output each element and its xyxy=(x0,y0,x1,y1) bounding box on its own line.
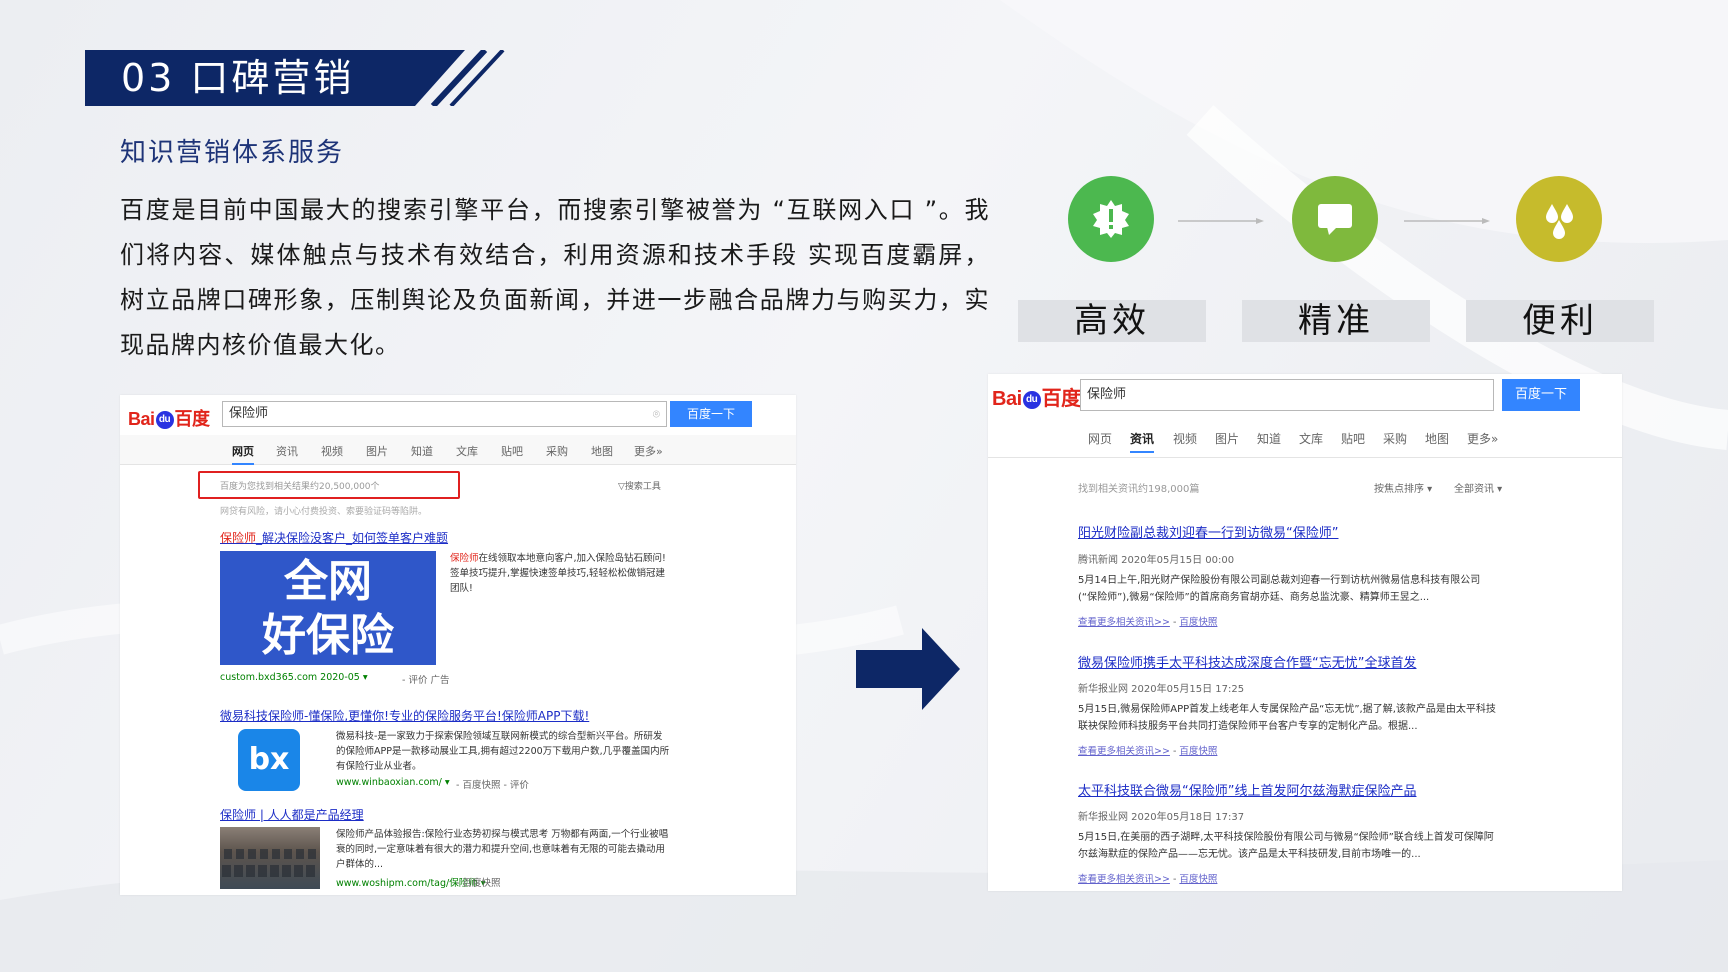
tab-purchase[interactable]: 采购 xyxy=(1383,430,1407,447)
tab-more[interactable]: 更多» xyxy=(634,443,663,459)
ad-banner-line: 好保险 xyxy=(262,610,394,661)
tab-news[interactable]: 资讯 xyxy=(276,443,298,459)
drops-icon xyxy=(1516,176,1602,262)
feature-row: 高效 精准 便利 xyxy=(1018,176,1658,346)
baidu-logo: Bai du 百度 xyxy=(128,409,210,430)
tab-web[interactable]: 网页 xyxy=(232,443,254,465)
feature-label: 高效 xyxy=(1018,300,1206,342)
tab-images[interactable]: 图片 xyxy=(1215,430,1239,447)
search-tabs: 网页 资讯 视频 图片 知道 文库 贴吧 采购 地图 更多» xyxy=(120,435,796,465)
feature-label: 精准 xyxy=(1242,300,1430,342)
winbaoxian-logo: bx xyxy=(238,729,300,791)
page-subtitle: 知识营销体系服务 xyxy=(120,138,345,168)
news-meta: 新华报业网 2020年05月18日 17:37 xyxy=(1078,812,1245,823)
ad-banner-line: 全网 xyxy=(284,556,372,607)
result-snippet: 保险师产品体验报告:保险行业态势初探与模式思考 万物都有两面,一个行业被唱衰的同… xyxy=(336,829,669,870)
news-links[interactable]: 查看更多相关资讯>> - 百度快照 xyxy=(1078,614,1217,628)
news-links[interactable]: 查看更多相关资讯>> - 百度快照 xyxy=(1078,871,1217,885)
baidu-web-results-screenshot: Bai du 百度 保险师 ⌾ 百度一下 网页 资讯 视频 图片 知道 文库 贴吧 … xyxy=(120,395,796,895)
result-links[interactable]: - 百度快照 xyxy=(456,875,500,889)
search-button[interactable]: 百度一下 xyxy=(670,401,752,427)
tab-purchase[interactable]: 采购 xyxy=(546,443,568,459)
tab-web[interactable]: 网页 xyxy=(1088,430,1112,447)
alert-badge-icon xyxy=(1068,176,1154,262)
baidu-logo: Bai du 百度 xyxy=(992,388,1081,410)
tab-video[interactable]: 视频 xyxy=(1173,430,1197,447)
page-title: 03 口碑营销 xyxy=(121,56,355,100)
body-paragraph: 百度是目前中国最大的搜索引擎平台，而搜索引擎被誉为 “互联网入口 ”。我们将内容… xyxy=(120,196,990,359)
result-count: 百度为您找到相关结果约20,500,000个 xyxy=(220,482,380,492)
search-tabs: 网页 资讯 视频 图片 知道 文库 贴吧 采购 地图 更多» xyxy=(988,418,1622,458)
tab-zhidao[interactable]: 知道 xyxy=(1257,430,1281,447)
result-count: 找到相关资讯约198,000篇 xyxy=(1078,484,1200,495)
news-snippet: 5月14日上午,阳光财产保险股份有限公司副总裁刘迎春一行到访杭州微易信息科技有限… xyxy=(1078,575,1481,603)
camera-icon[interactable]: ⌾ xyxy=(653,402,660,426)
tab-tieba[interactable]: 贴吧 xyxy=(501,443,523,459)
search-input[interactable]: 保险师 ⌾ xyxy=(222,401,667,427)
result-url[interactable]: custom.bxd365.com 2020-05 ▾ xyxy=(220,672,368,683)
search-input[interactable]: 保险师 xyxy=(1080,379,1494,411)
sort-dropdown[interactable]: 按焦点排序 ▾ xyxy=(1374,480,1432,495)
news-snippet: 5月15日,微易保险师APP首发上线老年人专属保险产品“忘无忧”,据了解,该款产… xyxy=(1078,704,1496,732)
result-snippet: 微易科技-是一家致力于探索保险领域互联网新模式的综合型新兴平台。所研发的保险师A… xyxy=(336,731,670,772)
search-button[interactable]: 百度一下 xyxy=(1502,379,1580,411)
feature-label: 便利 xyxy=(1466,300,1654,342)
title-ribbon: 03 口碑营销 xyxy=(85,50,510,106)
tab-wenku[interactable]: 文库 xyxy=(1299,430,1323,447)
baidu-header: Bai du 百度 保险师 ⌾ 百度一下 xyxy=(120,395,796,435)
filter-dropdown[interactable]: 全部资讯 ▾ xyxy=(1454,480,1502,495)
arrow-right-icon xyxy=(1178,218,1264,224)
ad-banner-image[interactable]: 全网 好保险 xyxy=(220,551,436,665)
result-title-link[interactable]: 保险师_解决保险没客户_如何签单客户难题 xyxy=(220,529,448,546)
arrow-right-icon xyxy=(1404,218,1490,224)
tab-news[interactable]: 资讯 xyxy=(1130,430,1155,453)
news-meta: 新华报业网 2020年05月15日 17:25 xyxy=(1078,684,1245,695)
risk-warning: 网贷有风险，请小心付费投资、索要验证码等陷阱。 xyxy=(220,507,428,517)
tab-video[interactable]: 视频 xyxy=(321,443,343,459)
news-title-link[interactable]: 太平科技联合微易“保险师”线上首发阿尔兹海默症保险产品 xyxy=(1078,780,1416,799)
big-arrow-right-icon xyxy=(856,628,960,710)
baidu-news-results-screenshot: Bai du 百度 保险师 百度一下 网页 资讯 视频 图片 知道 文库 贴吧 采购… xyxy=(988,374,1622,891)
tab-wenku[interactable]: 文库 xyxy=(456,443,478,459)
tab-images[interactable]: 图片 xyxy=(366,443,388,459)
result-links[interactable]: - 百度快照 - 评价 xyxy=(456,777,529,791)
conference-thumbnail[interactable] xyxy=(220,827,320,889)
news-links[interactable]: 查看更多相关资讯>> - 百度快照 xyxy=(1078,743,1217,757)
news-title-link[interactable]: 阳光财险副总裁刘迎春一行到访微易“保险师” xyxy=(1078,522,1338,541)
result-title-link[interactable]: 保险师 | 人人都是产品经理 xyxy=(220,806,364,823)
tab-map[interactable]: 地图 xyxy=(1425,430,1449,447)
baidu-header: Bai du 百度 保险师 百度一下 xyxy=(988,374,1622,414)
result-title-link[interactable]: 微易科技保险师-懂保险,更懂你!专业的保险服务平台!保险师APP下载! xyxy=(220,707,589,724)
result-url[interactable]: www.winbaoxian.com/ ▾ xyxy=(336,777,450,788)
tab-zhidao[interactable]: 知道 xyxy=(411,443,433,459)
news-snippet: 5月15日,在美丽的西子湖畔,太平科技保险股份有限公司与微易“保险师”联合线上首… xyxy=(1078,832,1494,860)
search-tools-button[interactable]: ▽搜索工具 xyxy=(618,479,661,492)
result-snippet: 保险师在线领取本地意向客户,加入保险岛钻石顾问!签单技巧提升,掌握快速签单技巧,… xyxy=(450,553,666,594)
tab-tieba[interactable]: 贴吧 xyxy=(1341,430,1365,447)
news-meta: 腾讯新闻 2020年05月15日 00:00 xyxy=(1078,555,1235,566)
tab-more[interactable]: 更多» xyxy=(1467,430,1498,447)
tab-map[interactable]: 地图 xyxy=(591,443,613,459)
result-links[interactable]: - 评价 广告 xyxy=(402,672,449,686)
chat-bubble-icon xyxy=(1292,176,1378,262)
news-title-link[interactable]: 微易保险师携手太平科技达成深度合作暨“忘无忧”全球首发 xyxy=(1078,652,1416,671)
